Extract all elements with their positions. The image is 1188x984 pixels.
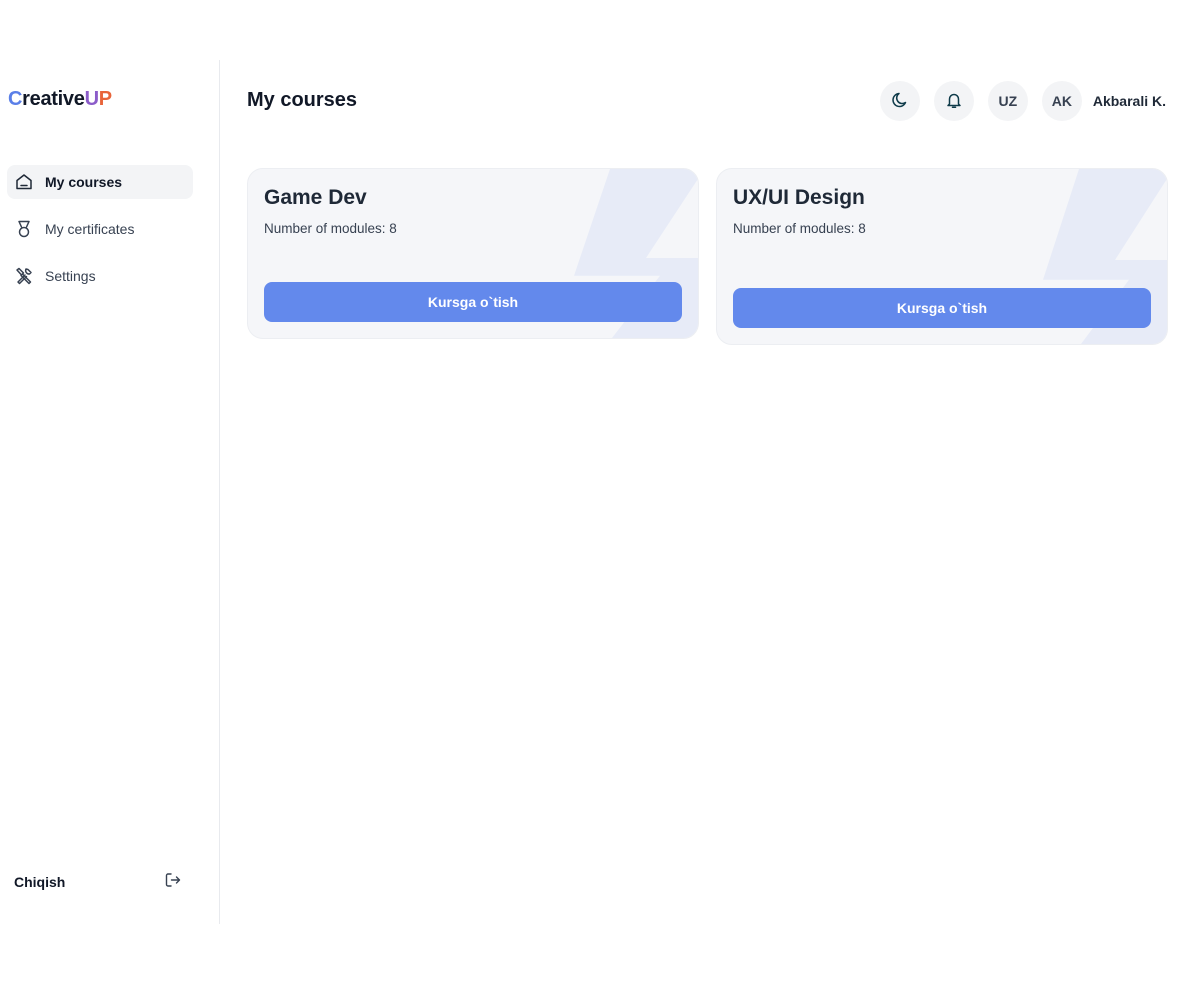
go-to-course-button[interactable]: Kursga o`tish xyxy=(733,288,1151,328)
logout-icon xyxy=(164,871,182,894)
home-icon xyxy=(14,172,34,192)
logo-word-reative: reative xyxy=(22,88,85,110)
sidebar-item-settings[interactable]: Settings xyxy=(7,259,193,293)
tools-icon xyxy=(14,266,34,286)
sidebar-item-my-certificates[interactable]: My certificates xyxy=(7,212,193,246)
course-title: UX/UI Design xyxy=(733,186,865,209)
logo-letter-c: C xyxy=(8,88,23,110)
logout-button[interactable]: Chiqish xyxy=(14,872,182,892)
brand-logo[interactable]: CreativeUP xyxy=(8,88,112,111)
sidebar-item-label: Settings xyxy=(45,268,96,284)
sidebar-item-my-courses[interactable]: My courses xyxy=(7,165,193,199)
logout-label: Chiqish xyxy=(14,874,66,890)
course-modules-count: Number of modules: 8 xyxy=(733,221,866,236)
course-card: UX/UI Design Number of modules: 8 Kursga… xyxy=(716,168,1168,345)
notifications-button[interactable] xyxy=(933,81,974,121)
logo-letter-u: U xyxy=(84,88,99,110)
header-actions: UZ AK Akbarali K. xyxy=(879,81,1166,121)
logo-letter-p: P xyxy=(98,88,112,110)
course-card: Game Dev Number of modules: 8 Kursga o`t… xyxy=(247,168,699,339)
moon-icon xyxy=(891,91,909,112)
sidebar: CreativeUP My courses My certificates Se… xyxy=(0,60,220,924)
theme-toggle-button[interactable] xyxy=(879,81,920,121)
bell-icon xyxy=(945,91,963,112)
go-to-course-button[interactable]: Kursga o`tish xyxy=(264,282,682,322)
sidebar-nav: My courses My certificates Settings xyxy=(7,165,193,306)
course-modules-count: Number of modules: 8 xyxy=(264,221,397,236)
user-name[interactable]: Akbarali K. xyxy=(1093,93,1166,109)
page-title: My courses xyxy=(247,89,358,111)
avatar[interactable]: AK xyxy=(1041,81,1082,121)
course-title: Game Dev xyxy=(264,186,367,209)
sidebar-item-label: My courses xyxy=(45,174,123,190)
medal-icon xyxy=(14,219,34,239)
sidebar-item-label: My certificates xyxy=(45,221,135,237)
language-button[interactable]: UZ xyxy=(987,81,1028,121)
